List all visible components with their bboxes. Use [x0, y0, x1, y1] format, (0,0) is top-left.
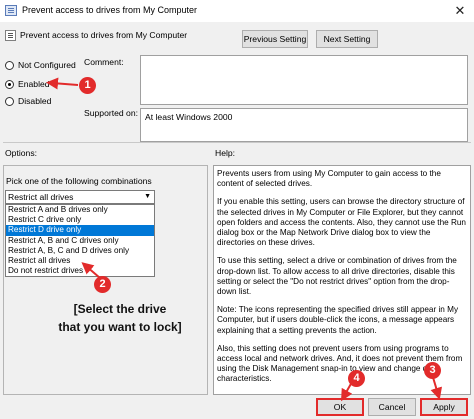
supported-on-label: Supported on:: [84, 108, 138, 118]
caption-line-1: [Select the drive: [73, 302, 167, 316]
dropdown-option-highlighted[interactable]: Restrict D drive only: [6, 225, 154, 236]
dropdown-option[interactable]: Restrict all drives: [6, 256, 154, 266]
dropdown-list: Restrict A and B drives only Restrict C …: [5, 204, 155, 278]
annotation-caption: [Select the drive that you want to lock]: [20, 300, 220, 336]
window-title: Prevent access to drives from My Compute…: [22, 5, 198, 15]
comment-field[interactable]: [140, 55, 468, 105]
step-badge-3: 3: [424, 362, 441, 379]
dropdown-option[interactable]: Do not restrict drives: [6, 266, 154, 276]
arrow-to-enabled: [46, 77, 79, 90]
help-paragraph: To use this setting, select a drive or c…: [217, 256, 457, 297]
supported-on-field: At least Windows 2000: [140, 108, 468, 142]
step-badge-2: 2: [94, 276, 111, 293]
dropdown-option[interactable]: Restrict A, B and C drives only: [6, 236, 154, 246]
comment-label: Comment:: [84, 57, 124, 67]
radio-enabled-label: Enabled: [18, 79, 50, 89]
policy-setting-icon: [5, 30, 16, 41]
radio-disabled-label: Disabled: [18, 96, 52, 106]
help-label: Help:: [215, 148, 236, 158]
radio-not-configured[interactable]: Not Configured: [5, 60, 76, 70]
step-badge-4: 4: [348, 370, 365, 387]
dropdown-option[interactable]: Restrict C drive only: [6, 215, 154, 225]
radio-not-configured-label: Not Configured: [18, 60, 76, 70]
radio-enabled-dot[interactable]: [5, 79, 14, 89]
options-label: Options:: [5, 148, 38, 158]
dropdown-option[interactable]: Restrict A and B drives only: [6, 205, 154, 215]
previous-setting-button[interactable]: Previous Setting: [242, 30, 308, 48]
section-divider: [3, 142, 471, 143]
drive-combination-dropdown[interactable]: Restrict all drives ▼: [5, 190, 155, 204]
step-badge-1: 1: [79, 77, 96, 94]
radio-disabled-dot[interactable]: [5, 96, 14, 106]
dropdown-option[interactable]: Restrict A, B, C and D drives only: [6, 246, 154, 256]
cancel-button[interactable]: Cancel: [368, 398, 416, 416]
caption-line-2: that you want to lock]: [58, 320, 182, 334]
policy-name: Prevent access to drives from My Compute…: [20, 30, 188, 40]
close-icon[interactable]: ✕: [452, 3, 468, 19]
next-setting-button[interactable]: Next Setting: [316, 30, 378, 48]
radio-not-configured-dot[interactable]: [5, 60, 14, 70]
help-paragraph: Prevents users from using My Computer to…: [217, 169, 441, 189]
policy-window-icon: [5, 5, 17, 16]
help-paragraph: Note: The icons representing the specifi…: [217, 305, 459, 335]
help-paragraph: If you enable this setting, users can br…: [217, 197, 466, 248]
chevron-down-icon[interactable]: ▼: [144, 191, 151, 203]
apply-button[interactable]: Apply: [420, 398, 468, 416]
pick-combination-label: Pick one of the following combinations: [6, 176, 152, 186]
dropdown-selected-value: Restrict all drives: [8, 192, 74, 202]
ok-button[interactable]: OK: [316, 398, 364, 416]
radio-disabled[interactable]: Disabled: [5, 96, 51, 106]
radio-enabled[interactable]: Enabled: [5, 79, 50, 89]
help-text-panel: Prevents users from using My Computer to…: [213, 165, 471, 395]
